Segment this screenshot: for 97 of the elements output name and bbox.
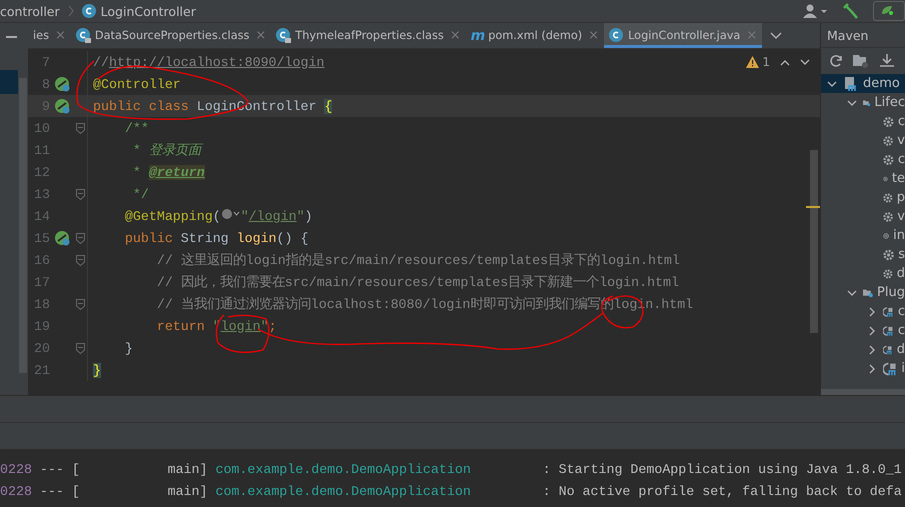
log-line: 0228 --- [ main] com.example.demo.DemoApplication : Starting DemoApplication using Java 1.8.0_1 — [0, 462, 903, 479]
line-number: 15 — [33, 230, 50, 246]
tree-item[interactable]: demo — [821, 74, 905, 93]
bean-icon[interactable] — [54, 230, 70, 246]
tree-item[interactable]: Plug — [821, 283, 905, 302]
chevron-down-icon[interactable] — [770, 32, 782, 40]
line-number: 12 — [33, 164, 50, 180]
fold-marker-icon[interactable] — [76, 232, 85, 244]
scrollbar-thumb[interactable] — [821, 389, 905, 395]
tree-item[interactable]: c — [821, 150, 905, 169]
editor-tab[interactable]: ies × — [28, 23, 71, 48]
code-line: */ — [132, 186, 149, 202]
breadcrumb-item[interactable]: controller — [0, 4, 60, 18]
line-number: 14 — [33, 208, 50, 224]
class-icon — [76, 28, 92, 44]
fold-marker-icon[interactable] — [76, 122, 85, 134]
project-icon — [843, 76, 859, 92]
gear-icon — [883, 248, 894, 262]
maven-panel-title: Maven — [821, 23, 905, 48]
maven-icon: m — [470, 28, 486, 44]
gear-icon — [883, 152, 894, 166]
tab-label: LoginController.java — [628, 29, 740, 42]
bean-icon[interactable] — [54, 98, 70, 114]
tab-label: ThymeleafProperties.class — [295, 29, 444, 42]
tab-label: pom.xml (demo) — [488, 29, 582, 42]
code-line: //http://localhost:8090/login — [92, 54, 324, 70]
line-number: 11 — [33, 142, 50, 158]
code-line: /** — [124, 120, 149, 136]
run-configuration-button[interactable] — [873, 1, 905, 21]
warning-count[interactable]: 1 — [746, 55, 770, 69]
code-line: * @return — [132, 164, 205, 180]
line-number: 18 — [33, 296, 50, 312]
tree-item[interactable]: v — [821, 207, 905, 226]
fold-marker-icon[interactable] — [76, 342, 85, 354]
tree-item[interactable]: d — [821, 340, 905, 359]
bean-icon[interactable] — [54, 76, 70, 92]
chevron-icon — [68, 5, 74, 17]
code-line: @Controller — [92, 76, 181, 92]
tree-item[interactable]: te — [821, 169, 905, 188]
tree-item[interactable]: in — [821, 226, 905, 245]
line-number: 17 — [33, 274, 50, 290]
tree-item[interactable]: v — [821, 131, 905, 150]
code-line: * 登录页面 — [88, 141, 201, 159]
tree-item[interactable]: s — [821, 245, 905, 264]
code-line: // 这里返回的login指的是src/main/resources/templates目录下的login.html — [156, 252, 680, 269]
warning-marker[interactable] — [806, 206, 820, 208]
editor-tab[interactable]: DataSourceProperties.class × — [70, 23, 272, 48]
fold-marker-icon[interactable] — [76, 188, 85, 200]
tree-item[interactable]: i — [821, 359, 905, 378]
line-number: 8 — [41, 76, 50, 92]
log-line: 0228 --- [ main] com.example.demo.DemoApplication : No active profile set, falling back to defa — [0, 484, 903, 501]
chevron-down-icon[interactable] — [847, 288, 857, 298]
gear-icon — [883, 114, 894, 128]
chevron-up-icon[interactable] — [780, 58, 790, 66]
line-number: 10 — [33, 120, 50, 136]
tab-label: DataSourceProperties.class — [94, 29, 250, 42]
gear-icon — [883, 210, 894, 224]
plugin-icon — [883, 360, 898, 376]
breadcrumb-item[interactable]: LoginController — [100, 4, 196, 18]
gear-icon — [883, 266, 893, 280]
code-line: @GetMapping( "/login") — [124, 208, 313, 224]
editor-tab[interactable]: m pom.xml (demo) × — [466, 23, 604, 48]
selected-tree-row — [0, 70, 18, 94]
code-line: // 因此，我们需要在src/main/resources/templates目录下新建一个login.html — [156, 274, 679, 291]
line-number: 13 — [33, 186, 50, 202]
refresh-icon[interactable] — [829, 54, 843, 68]
tree-item[interactable]: c — [821, 302, 905, 321]
editor-tab[interactable]: LoginController.java × — [604, 23, 762, 48]
tree-item[interactable]: d — [821, 264, 905, 283]
tree-item[interactable]: c — [821, 112, 905, 131]
tree-item[interactable]: c — [821, 321, 905, 340]
gear-icon — [883, 190, 893, 204]
tab-label: ies — [33, 29, 49, 42]
line-number: 21 — [33, 362, 50, 378]
chevron-down-icon[interactable] — [800, 58, 810, 66]
folder-icon[interactable] — [853, 54, 869, 68]
download-icon[interactable] — [879, 54, 895, 68]
code-line: public String login() { — [124, 230, 308, 246]
code-line: } — [124, 340, 133, 356]
gear-icon — [883, 134, 894, 148]
line-number: 19 — [33, 318, 50, 334]
line-number: 16 — [33, 252, 50, 268]
fold-marker-icon[interactable] — [76, 298, 85, 310]
line-number: 7 — [41, 54, 50, 70]
class-icon — [82, 4, 96, 18]
tree-item[interactable]: Lifec — [821, 93, 905, 112]
editor-tab[interactable]: ThymeleafProperties.class × — [271, 23, 466, 48]
fold-marker-icon[interactable] — [76, 254, 85, 266]
class-icon — [276, 28, 292, 44]
hammer-icon[interactable] — [843, 3, 859, 19]
leaf-icon — [880, 4, 896, 16]
scrollbar-thumb[interactable] — [810, 150, 818, 333]
class-icon — [609, 28, 626, 44]
scrollbar-thumb[interactable] — [19, 78, 27, 373]
line-number: 20 — [33, 340, 50, 356]
user-icon[interactable] — [803, 4, 829, 18]
tree-item[interactable]: p — [821, 188, 905, 207]
